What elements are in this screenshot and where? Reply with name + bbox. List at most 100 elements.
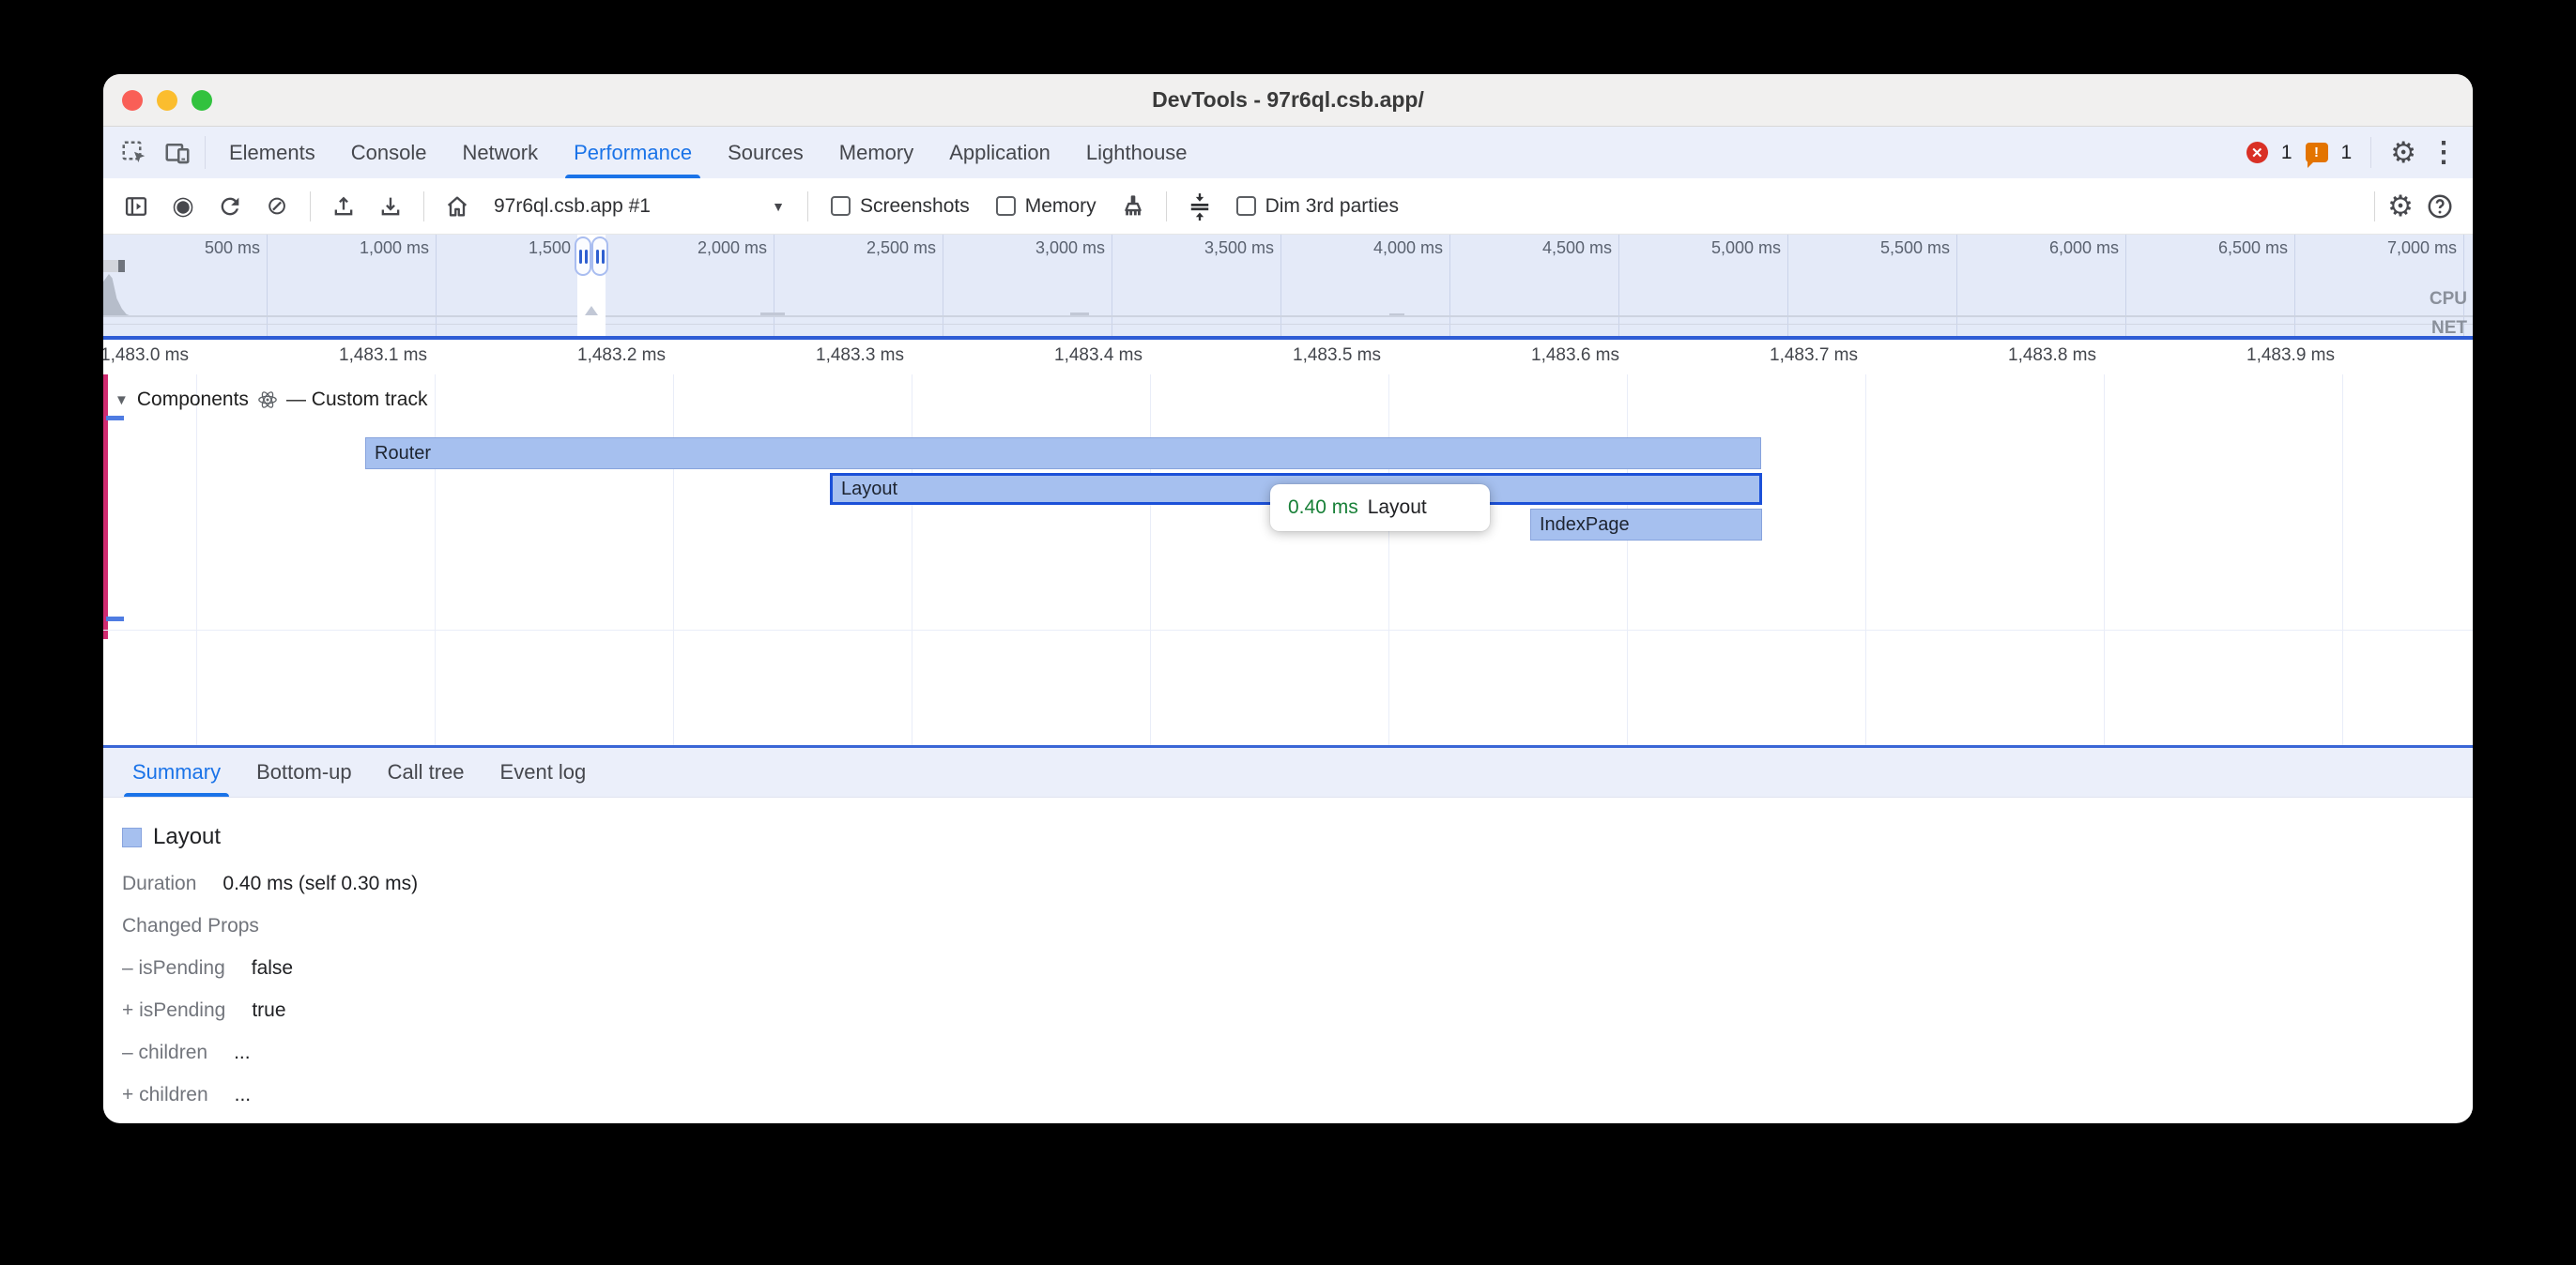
issue-count: 1	[2341, 142, 2353, 164]
tab-memory[interactable]: Memory	[821, 127, 931, 178]
overview-cpu-activity	[103, 274, 131, 316]
react-atom-icon	[257, 389, 278, 410]
tab-performance[interactable]: Performance	[556, 127, 710, 178]
shortcuts-dialog-icon[interactable]	[1180, 187, 1219, 226]
details-tab-bottom-up[interactable]: Bottom-up	[238, 748, 370, 797]
tab-network[interactable]: Network	[444, 127, 556, 178]
summary-row-children: + children...	[122, 1084, 2473, 1106]
handle-grip	[602, 250, 605, 264]
minimize-window-button[interactable]	[157, 90, 177, 111]
summary-rows: Duration0.40 ms (self 0.30 ms)Changed Pr…	[122, 873, 2473, 1106]
overview-tick-label: 7,000 ms	[2387, 238, 2463, 258]
summary-row-label: Duration	[122, 873, 196, 895]
save-profile-icon[interactable]	[371, 187, 410, 226]
panel-tabs: ElementsConsoleNetworkPerformanceSources…	[211, 127, 1205, 178]
summary-row-ispending: + isPendingtrue	[122, 999, 2473, 1022]
handle-grip	[579, 250, 582, 264]
details-tabbar: SummaryBottom-upCall treeEvent log	[103, 748, 2473, 798]
tab-application[interactable]: Application	[931, 127, 1068, 178]
overview-cpu-activity	[760, 312, 785, 315]
screenshots-checkbox[interactable]: Screenshots	[821, 195, 979, 218]
toolbar-divider	[807, 191, 808, 221]
cpu-lane-label: CPU	[2430, 289, 2467, 310]
overview-baseline	[103, 315, 2473, 317]
flame-bar-indexpage[interactable]: IndexPage	[1530, 509, 1762, 541]
gridline	[1627, 374, 1628, 745]
overview-tick-label: 2,500 ms	[866, 238, 943, 258]
overview-cpu-activity	[1389, 313, 1404, 315]
selection-left-handle[interactable]	[575, 236, 591, 276]
gridline	[196, 374, 197, 745]
checkbox-box	[831, 196, 851, 216]
clear-icon[interactable]: ⊘	[257, 187, 297, 226]
summary-row-value: false	[252, 957, 293, 980]
tabbar-divider	[205, 136, 206, 169]
overview-tick-line	[1787, 235, 1788, 336]
inspect-element-icon[interactable]	[113, 127, 156, 178]
zoom-window-button[interactable]	[192, 90, 212, 111]
flamechart-ruler: 1,483.0 ms1,483.1 ms1,483.2 ms1,483.3 ms…	[103, 340, 2473, 374]
tab-elements[interactable]: Elements	[211, 127, 333, 178]
flamechart[interactable]: ▼ Components — Custom track RouterLayout…	[103, 374, 2473, 748]
tab-console[interactable]: Console	[333, 127, 445, 178]
gridline	[1388, 374, 1389, 745]
timeline-overview[interactable]: CPU NET 500 ms1,000 ms1,500 ms2,000 ms2,…	[103, 235, 2473, 340]
target-selector[interactable]: 97r6ql.csb.app #1 ▼	[484, 195, 794, 218]
overview-tick-label: 6,500 ms	[2218, 238, 2294, 258]
dim-3rd-parties-label: Dim 3rd parties	[1265, 195, 1399, 218]
ruler-tick-label: 1,483.1 ms	[339, 345, 435, 366]
flame-bar-router[interactable]: Router	[365, 437, 1761, 469]
summary-row-value: true	[252, 999, 285, 1022]
ruler-tick-label: 1,483.4 ms	[1054, 345, 1150, 366]
collect-garbage-icon[interactable]	[1113, 187, 1153, 226]
device-toolbar-icon[interactable]	[156, 127, 199, 178]
tabbar-divider	[2370, 137, 2371, 168]
toolbar-divider	[2374, 191, 2375, 221]
summary-title: Layout	[153, 824, 221, 850]
gridline	[2342, 374, 2343, 745]
details-tab-event-log[interactable]: Event log	[483, 748, 605, 797]
overview-tick-label: 6,000 ms	[2049, 238, 2125, 258]
help-icon[interactable]	[2420, 187, 2460, 226]
record-and-reload-icon[interactable]	[210, 187, 250, 226]
tab-sources[interactable]: Sources	[710, 127, 821, 178]
overview-tick-line	[267, 235, 268, 336]
memory-label: Memory	[1025, 195, 1096, 218]
components-track-header[interactable]: ▼ Components — Custom track	[115, 389, 427, 411]
ruler-tick-label: 1,483.8 ms	[2008, 345, 2104, 366]
details-tab-summary[interactable]: Summary	[115, 748, 238, 797]
checkbox-box	[1236, 196, 1256, 216]
overview-tick-label: 5,500 ms	[1880, 238, 1956, 258]
details-tab-call-tree[interactable]: Call tree	[370, 748, 483, 797]
toolbar-divider	[1166, 191, 1167, 221]
memory-checkbox[interactable]: Memory	[987, 195, 1106, 218]
capture-settings-gear-icon[interactable]: ⚙	[2381, 187, 2420, 226]
summary-row-duration: Duration0.40 ms (self 0.30 ms)	[122, 873, 2473, 895]
error-badge-icon[interactable]: ✕	[2246, 142, 2268, 163]
overview-tick-label: 500 ms	[205, 238, 267, 258]
tab-lighthouse[interactable]: Lighthouse	[1068, 127, 1205, 178]
load-profile-icon[interactable]	[324, 187, 363, 226]
overview-selected-range-line	[103, 336, 2473, 340]
toggle-sidebar-icon[interactable]	[116, 187, 156, 226]
more-options-icon[interactable]: ⋮	[2430, 139, 2458, 167]
track-suffix: — Custom track	[286, 389, 428, 411]
overview-net-separator	[103, 324, 2473, 325]
close-window-button[interactable]	[122, 90, 143, 111]
window-title: DevTools - 97r6ql.csb.app/	[1152, 87, 1424, 113]
settings-gear-icon[interactable]: ⚙	[2390, 138, 2416, 167]
home-icon[interactable]	[437, 187, 477, 226]
handle-grip	[596, 250, 599, 264]
record-icon[interactable]: ◉	[163, 187, 203, 226]
dim-3rd-parties-checkbox[interactable]: Dim 3rd parties	[1227, 195, 1408, 218]
summary-title-row: Layout	[122, 824, 2473, 850]
overview-filmstrip-chip	[103, 260, 125, 272]
selection-right-handle[interactable]	[591, 236, 608, 276]
issues-badge-icon[interactable]: !	[2306, 143, 2328, 162]
ruler-tick-label: 1,483.6 ms	[1531, 345, 1627, 366]
collapse-triangle-icon[interactable]: ▼	[115, 392, 129, 408]
gridline	[1865, 374, 1866, 745]
scroll-marker	[106, 617, 124, 621]
summary-row-label: + children	[122, 1084, 208, 1106]
summary-row-value: ...	[235, 1084, 252, 1106]
